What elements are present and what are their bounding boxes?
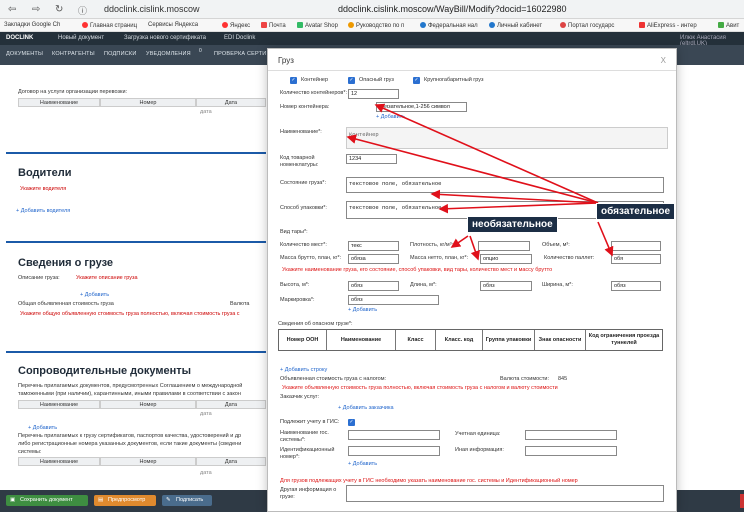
arrow-name: [346, 134, 599, 204]
arrow-packing: [438, 202, 599, 214]
arrow-pallets: [597, 221, 614, 257]
annotation-arrows: [346, 103, 614, 261]
required-callout: обязательное: [596, 203, 676, 220]
arrow-state: [430, 189, 599, 204]
arrow-density: [450, 235, 469, 248]
optional-callout: необязательное: [467, 216, 558, 233]
arrow-net-mass: [469, 235, 480, 261]
